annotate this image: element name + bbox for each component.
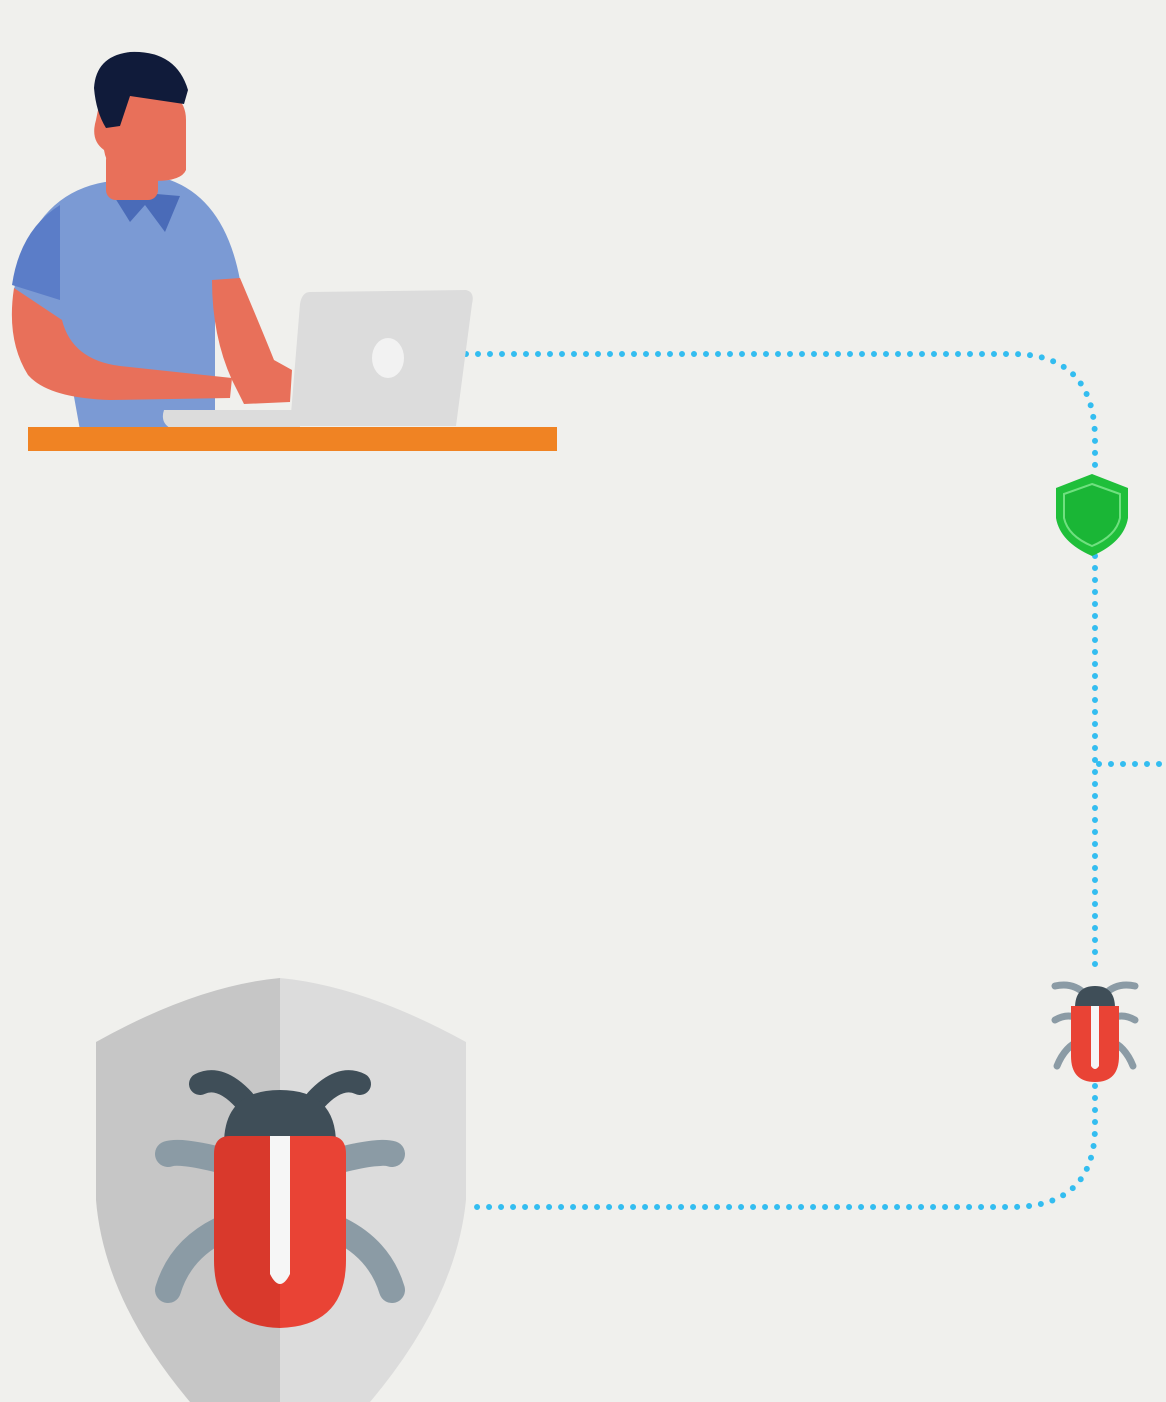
- small-bug-stripe: [1091, 1006, 1099, 1069]
- large-bug-stripe: [270, 1136, 290, 1284]
- laptop-base: [162, 410, 300, 428]
- connectors: [463, 351, 1166, 1210]
- connector-top: [463, 351, 1098, 479]
- desk: [28, 427, 557, 451]
- network-diagram: [11, 51, 1166, 1402]
- sleeve-left: [12, 205, 60, 300]
- green-shield-icon: [1056, 474, 1128, 556]
- bug-icon: [1051, 981, 1139, 1082]
- diagram-canvas: [0, 0, 1166, 1402]
- connector-bottom: [467, 1083, 1098, 1210]
- laptop-logo: [372, 338, 404, 378]
- shield-bug-icon: [96, 978, 466, 1402]
- person-at-laptop-icon: [11, 51, 557, 451]
